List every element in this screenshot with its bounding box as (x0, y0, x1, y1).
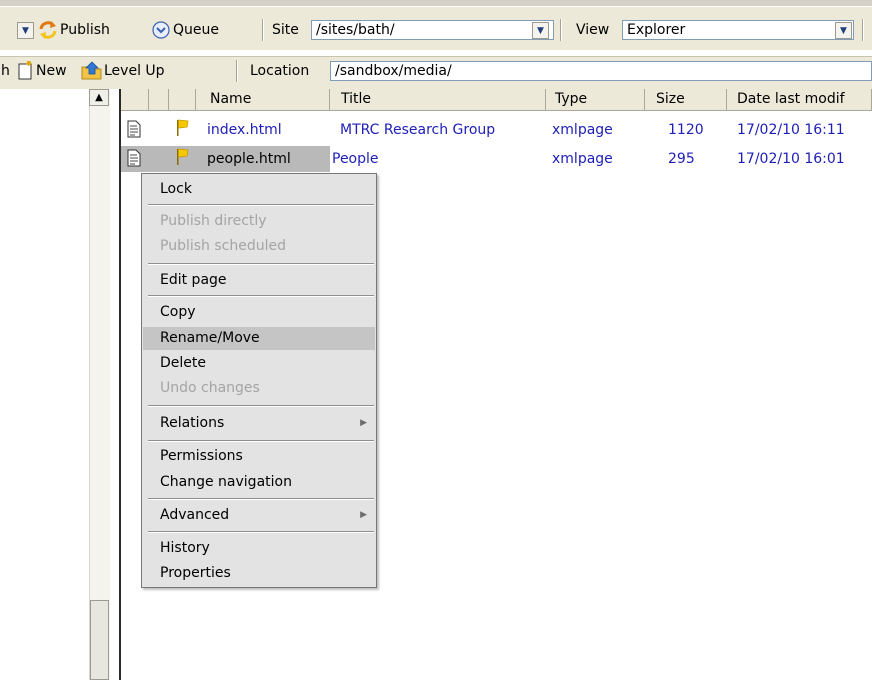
column-header-date[interactable]: Date last modif (727, 89, 872, 111)
tree-scrollbar[interactable] (89, 89, 110, 680)
column-header-icon[interactable] (121, 89, 149, 111)
view-value: Explorer (627, 22, 686, 38)
menu-separator (148, 405, 374, 407)
cell-type: xmlpage (552, 122, 613, 138)
queue-button[interactable]: Queue (173, 21, 219, 39)
folder-up-icon (81, 61, 103, 81)
menu-separator (148, 295, 374, 297)
column-header-flag[interactable] (169, 89, 196, 111)
site-select[interactable]: /sites/bath/ (311, 20, 554, 40)
yellow-flag-icon (175, 148, 189, 166)
cell-date: 17/02/10 16:01 (737, 151, 845, 167)
menu-separator (148, 204, 374, 206)
view-dropdown-arrow-icon[interactable]: ▼ (835, 22, 852, 39)
column-header-title[interactable]: Title (330, 89, 546, 111)
menu-item-lock[interactable]: Lock (143, 178, 375, 201)
column-header-type[interactable]: Type (546, 89, 645, 111)
view-label: View (576, 22, 610, 38)
submenu-arrow-icon: ▶ (360, 418, 367, 428)
site-dropdown-arrow-icon[interactable]: ▼ (532, 22, 549, 39)
site-label: Site (272, 22, 299, 38)
menu-separator (148, 263, 374, 265)
submenu-arrow-icon: ▶ (360, 510, 367, 520)
publish-button[interactable]: Publish (60, 21, 110, 39)
cell-date: 17/02/10 16:11 (737, 122, 845, 138)
menu-item-history[interactable]: History (143, 537, 375, 560)
yellow-flag-icon (175, 119, 189, 137)
pane-divider[interactable] (119, 89, 121, 680)
table-row[interactable]: people.html People xmlpage 295 17/02/10 … (121, 146, 872, 172)
column-header-name[interactable]: Name (196, 89, 330, 111)
column-header-status[interactable] (149, 89, 169, 111)
menu-item-advanced[interactable]: Advanced ▶ (143, 504, 375, 527)
location-value: /sandbox/media/ (335, 63, 452, 79)
document-icon (127, 149, 141, 167)
menu-item-relations-label: Relations (160, 415, 225, 431)
scroll-up-arrow-icon[interactable]: ▲ (89, 89, 109, 106)
context-menu: Lock Publish directly Publish scheduled … (141, 173, 377, 588)
toolbar-top-edge (0, 0, 872, 7)
table-row[interactable]: index.html MTRC Research Group xmlpage 1… (121, 117, 872, 143)
toolbar-divider (262, 19, 264, 41)
cell-name[interactable]: index.html (207, 117, 282, 143)
level-up-button[interactable]: Level Up (104, 62, 165, 80)
toolbar-divider (236, 60, 238, 82)
publish-arrows-icon (38, 20, 58, 40)
menu-item-permissions[interactable]: Permissions (143, 445, 375, 468)
new-page-icon (17, 61, 35, 81)
menu-item-advanced-label: Advanced (160, 507, 230, 523)
location-label: Location (250, 63, 310, 79)
new-button[interactable]: New (36, 62, 67, 80)
view-select[interactable]: Explorer (622, 20, 854, 40)
menu-separator (148, 440, 374, 442)
document-icon (127, 120, 141, 138)
menu-item-edit-page[interactable]: Edit page (143, 269, 375, 292)
menu-item-change-navigation[interactable]: Change navigation (143, 471, 375, 494)
toolbar-divider (560, 19, 562, 41)
cell-title: MTRC Research Group (340, 122, 496, 138)
menu-item-relations[interactable]: Relations ▶ (143, 412, 375, 435)
toolbar-divider (862, 19, 864, 41)
site-value: /sites/bath/ (316, 22, 395, 38)
menu-item-copy[interactable]: Copy (143, 301, 375, 324)
menu-item-publish-directly: Publish directly (160, 213, 267, 229)
menu-item-undo-changes: Undo changes (160, 380, 260, 396)
menu-item-properties[interactable]: Properties (143, 562, 375, 585)
column-header-size[interactable]: Size (645, 89, 727, 111)
scrollbar-thumb[interactable] (90, 600, 109, 680)
queue-chevron-icon[interactable] (152, 21, 170, 39)
cell-type: xmlpage (552, 151, 613, 167)
publish-dropdown-arrow-icon[interactable]: ▼ (17, 22, 34, 39)
menu-separator (148, 498, 374, 500)
cell-name[interactable]: people.html (207, 146, 291, 172)
truncated-refresh-button[interactable]: h (1, 62, 10, 80)
location-input[interactable]: /sandbox/media/ (330, 61, 872, 81)
cell-title: People (332, 151, 379, 167)
menu-item-publish-scheduled: Publish scheduled (160, 238, 286, 254)
menu-item-delete[interactable]: Delete (143, 352, 375, 375)
cell-size: 1120 (668, 122, 704, 138)
menu-item-rename-move[interactable]: Rename/Move (143, 327, 375, 350)
menu-separator (148, 531, 374, 533)
cell-size: 295 (668, 151, 695, 167)
